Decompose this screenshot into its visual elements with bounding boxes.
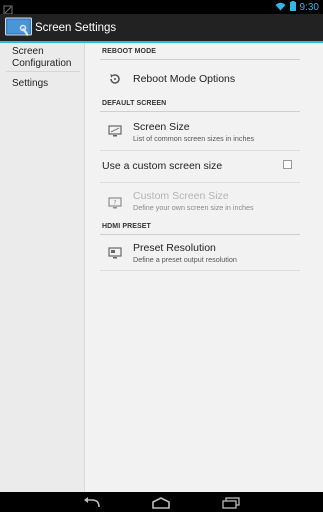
reboot-icon xyxy=(108,72,122,86)
sidebar-item-label: Screen Configuration xyxy=(12,46,72,69)
reboot-mode-options-item[interactable]: Reboot Mode Options xyxy=(100,61,300,96)
custom-screen-icon: ? xyxy=(108,196,122,210)
settings-content: REBOOT MODE Reboot Mode Options DEFAULT … xyxy=(86,43,323,492)
sidebar: Screen Configuration Settings xyxy=(0,43,85,492)
row-divider xyxy=(100,182,300,183)
sidebar-item-screen-configuration[interactable]: Screen Configuration xyxy=(0,43,84,71)
recent-apps-icon[interactable] xyxy=(222,496,240,512)
sidebar-item-settings[interactable]: Settings xyxy=(0,72,84,92)
category-divider xyxy=(100,234,300,235)
back-icon[interactable] xyxy=(83,496,103,512)
custom-screen-size-subtitle: Define your own screen size in inches xyxy=(133,203,254,212)
resolution-icon xyxy=(108,246,122,260)
row-divider xyxy=(100,150,300,151)
home-icon[interactable] xyxy=(150,496,172,512)
notification-icon xyxy=(3,2,13,15)
screen-size-item[interactable]: Screen Size List of common screen sizes … xyxy=(100,113,300,149)
navigation-bar xyxy=(0,492,323,512)
row-divider xyxy=(100,270,300,271)
category-divider xyxy=(100,111,300,112)
custom-screen-size-toggle[interactable]: Use a custom screen size xyxy=(100,153,300,179)
app-title: Screen Settings xyxy=(35,22,117,34)
action-bar: Screen Settings xyxy=(0,14,323,43)
app-icon[interactable] xyxy=(5,17,32,39)
screen-size-title: Screen Size xyxy=(133,121,190,133)
status-time: 9:30 xyxy=(299,1,319,13)
svg-text:?: ? xyxy=(113,200,116,207)
preset-resolution-subtitle: Define a preset output resolution xyxy=(133,255,237,264)
status-icons: 9:30 xyxy=(275,0,319,14)
custom-screen-size-item[interactable]: ? Custom Screen Size Define your own scr… xyxy=(100,184,300,220)
sidebar-item-label: Settings xyxy=(12,78,49,89)
category-default-screen: DEFAULT SCREEN xyxy=(102,100,167,107)
screen-size-subtitle: List of common screen sizes in inches xyxy=(133,134,255,143)
custom-screen-size-label: Use a custom screen size xyxy=(102,160,223,172)
category-hdmi-preset: HDMI PRESET xyxy=(102,223,151,230)
custom-screen-size-title: Custom Screen Size xyxy=(133,190,229,202)
screen-icon xyxy=(108,124,122,138)
status-bar: 9:30 xyxy=(0,0,323,15)
category-reboot-mode: REBOOT MODE xyxy=(102,48,156,55)
custom-screen-size-checkbox[interactable] xyxy=(283,160,292,169)
preset-resolution-item[interactable]: Preset Resolution Define a preset output… xyxy=(100,236,300,269)
category-divider xyxy=(100,59,300,60)
reboot-mode-title: Reboot Mode Options xyxy=(133,73,236,85)
preset-resolution-title: Preset Resolution xyxy=(133,242,216,254)
